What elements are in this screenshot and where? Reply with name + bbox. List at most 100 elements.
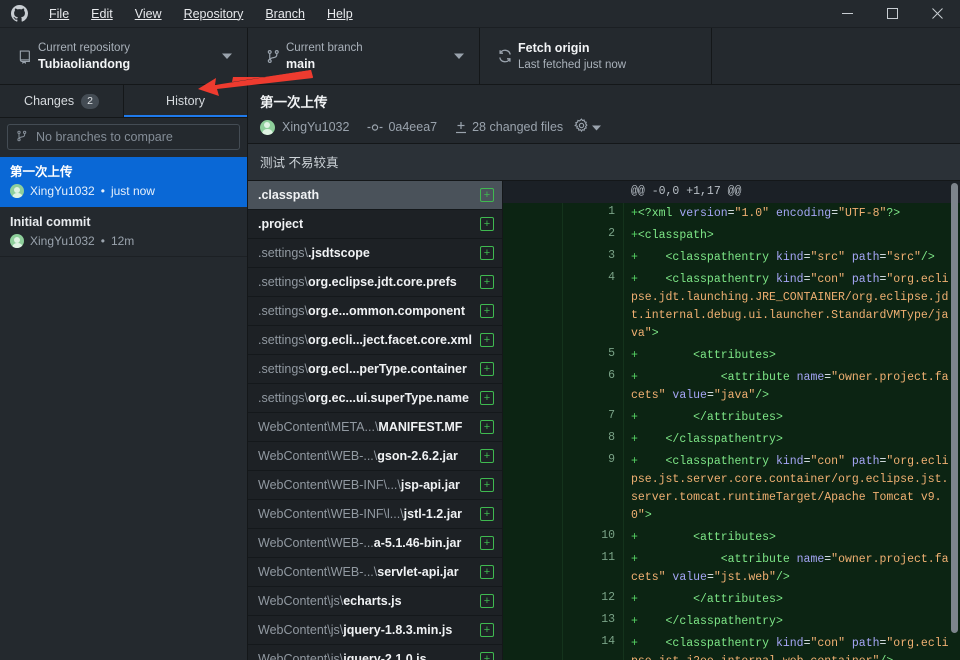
commit-author: XingYu1032 xyxy=(30,184,95,198)
menu-item-repository[interactable]: Repository xyxy=(173,0,255,28)
diff-add-marker: + xyxy=(631,349,638,362)
menu-item-view[interactable]: View xyxy=(124,0,173,28)
file-list-item[interactable]: WebContent\WEB-INF\...\jsp-api.jar + xyxy=(248,471,502,500)
diff-line-added[interactable]: 11 + <attribute name="owner.project.facet… xyxy=(503,549,960,589)
file-status-added-icon: + xyxy=(480,362,494,376)
diff-line-added[interactable]: 13 + </classpathentry> xyxy=(503,611,960,633)
diff-line-added[interactable]: 8 + </classpathentry> xyxy=(503,429,960,451)
diff-line-added[interactable]: 12 + </attributes> xyxy=(503,589,960,611)
sync-icon xyxy=(492,48,518,64)
diff-add-marker: + xyxy=(631,531,638,544)
list-item[interactable]: Initial commit XingYu1032 • 12m xyxy=(0,207,247,257)
commit-author: XingYu1032 xyxy=(282,120,350,134)
file-list-item[interactable]: WebContent\js\jquery-1.8.3.min.js + xyxy=(248,616,502,645)
diff-line-added[interactable]: 9 + <classpathentry kind="con" path="org.… xyxy=(503,451,960,527)
file-path: .settings\org.ec...ui.superType.name xyxy=(258,391,474,405)
fetch-origin-button[interactable]: Fetch origin Last fetched just now xyxy=(480,28,712,84)
diff-line-number: 7 xyxy=(563,407,624,429)
diff-line-added[interactable]: 10 + <attributes> xyxy=(503,527,960,549)
file-list-item[interactable]: .settings\org.eclipse.jdt.core.prefs + xyxy=(248,268,502,297)
file-name: jsp-api.jar xyxy=(400,478,460,492)
file-path: WebContent\js\echarts.js xyxy=(258,594,474,608)
file-list-item[interactable]: WebContent\WEB-...a-5.1.46-bin.jar + xyxy=(248,529,502,558)
diff-gutter-old xyxy=(503,429,563,451)
file-list-item[interactable]: .settings\.jsdtscope + xyxy=(248,239,502,268)
diff-icon xyxy=(455,121,467,134)
file-list-item[interactable]: .project + xyxy=(248,210,502,239)
file-status-added-icon: + xyxy=(480,565,494,579)
file-list-item[interactable]: .settings\org.ecli...ject.facet.core.xml… xyxy=(248,326,502,355)
commit-description: 测试 不易较真 xyxy=(248,144,960,181)
file-list-item[interactable]: WebContent\js\jquery-2.1.0.js + xyxy=(248,645,502,660)
diff-line-added[interactable]: 3 + <classpathentry kind="src" path="src"… xyxy=(503,247,960,269)
file-list-item[interactable]: .settings\org.e...ommon.component + xyxy=(248,297,502,326)
diff-line-number: 9 xyxy=(563,451,624,527)
diff-add-marker: + xyxy=(631,615,638,628)
menu-item-branch[interactable]: Branch xyxy=(254,0,316,28)
diff-scrollbar-thumb[interactable] xyxy=(951,183,958,633)
file-status-added-icon: + xyxy=(480,217,494,231)
file-name: org.e...ommon.component xyxy=(308,304,465,318)
list-item[interactable]: 第一次上传 XingYu1032 • just now xyxy=(0,157,247,207)
file-name: servlet-api.jar xyxy=(377,565,459,579)
file-list-item[interactable]: .settings\org.ec...ui.superType.name + xyxy=(248,384,502,413)
commit-history-list[interactable]: 第一次上传 XingYu1032 • just now Initial comm… xyxy=(0,157,247,660)
diff-add-marker: + xyxy=(631,251,638,264)
tab-history[interactable]: History xyxy=(124,85,247,117)
diff-gutter-new xyxy=(563,181,624,203)
diff-gutter-old xyxy=(503,181,563,203)
commit-sha-value: 0a4eea7 xyxy=(388,120,438,134)
diff-line-added[interactable]: 5 + <attributes> xyxy=(503,345,960,367)
file-list-item[interactable]: WebContent\META...\MANIFEST.MF + xyxy=(248,413,502,442)
commit-summary-header: 第一次上传 XingYu1032 0a4eea7 28 changed file… xyxy=(248,85,960,144)
diff-line-added[interactable]: 1 +<?xml version="1.0" encoding="UTF-8"?> xyxy=(503,203,960,225)
file-name: .jsdtscope xyxy=(308,246,370,260)
bullet-separator: • xyxy=(100,234,105,248)
changed-files-list[interactable]: .classpath + .project + .settings\.jsdtscope… xyxy=(248,181,503,660)
diff-line-content: + <classpathentry kind="con" path="org.e… xyxy=(631,637,949,660)
diff-line-number: 3 xyxy=(563,247,624,269)
diff-line-added[interactable]: 4 + <classpathentry kind="con" path="org.… xyxy=(503,269,960,345)
diff-line-content: + <classpathentry kind="con" path="org.e… xyxy=(631,273,949,340)
diff-line-number: 11 xyxy=(563,549,624,589)
diff-line-added[interactable]: 7 + </attributes> xyxy=(503,407,960,429)
file-name: jstl-1.2.jar xyxy=(403,507,463,521)
compare-branch-placeholder: No branches to compare xyxy=(36,130,173,144)
file-list-item[interactable]: WebContent\js\echarts.js + xyxy=(248,587,502,616)
diff-line-added[interactable]: 14 + <classpathentry kind="con" path="org… xyxy=(503,633,960,660)
close-icon[interactable] xyxy=(915,0,960,28)
file-directory: .settings\ xyxy=(258,275,309,289)
diff-add-marker: + xyxy=(631,273,638,286)
diff-options-button[interactable] xyxy=(574,118,602,136)
file-directory: WebContent\WEB-...\ xyxy=(258,449,378,463)
current-branch-label: Current branch xyxy=(286,41,363,54)
menu-item-help[interactable]: Help xyxy=(316,0,364,28)
diff-line-added[interactable]: 2 +<classpath> xyxy=(503,225,960,247)
diff-line-number: 10 xyxy=(563,527,624,549)
file-path: .settings\org.e...ommon.component xyxy=(258,304,474,318)
diff-gutter-old xyxy=(503,589,563,611)
file-list-item[interactable]: WebContent\WEB-...\servlet-api.jar + xyxy=(248,558,502,587)
compare-branch-input[interactable]: No branches to compare xyxy=(7,124,240,150)
diff-scrollbar[interactable] xyxy=(950,181,959,660)
diff-viewer[interactable]: @@ -0,0 +1,17 @@ 1 +<?xml version="1.0" en… xyxy=(503,181,960,660)
file-list-item[interactable]: WebContent\WEB-...\gson-2.6.2.jar + xyxy=(248,442,502,471)
current-branch-button[interactable]: Current branch main xyxy=(248,28,480,84)
file-list-item[interactable]: .settings\org.ecl...perType.container + xyxy=(248,355,502,384)
diff-gutter-old xyxy=(503,203,563,225)
diff-line-added[interactable]: 6 + <attribute name="owner.project.facets… xyxy=(503,367,960,407)
menu-item-edit[interactable]: Edit xyxy=(80,0,124,28)
menu-item-file[interactable]: File xyxy=(38,0,80,28)
tab-changes[interactable]: Changes 2 xyxy=(0,85,124,117)
diff-line-number: 14 xyxy=(563,633,624,660)
maximize-icon[interactable] xyxy=(870,0,915,28)
file-list-item[interactable]: .classpath + xyxy=(248,181,502,210)
file-directory: .settings\ xyxy=(258,246,309,260)
sidebar-tabs: Changes 2 History xyxy=(0,85,247,118)
current-repository-button[interactable]: Current repository Tubiaoliandong xyxy=(0,28,248,84)
diff-line-content: + <classpathentry kind="src" path="src"/… xyxy=(631,251,935,264)
chevron-down-icon xyxy=(219,53,235,60)
file-list-item[interactable]: WebContent\WEB-INF\l...\jstl-1.2.jar + xyxy=(248,500,502,529)
file-status-added-icon: + xyxy=(480,391,494,405)
minimize-icon[interactable] xyxy=(825,0,870,28)
